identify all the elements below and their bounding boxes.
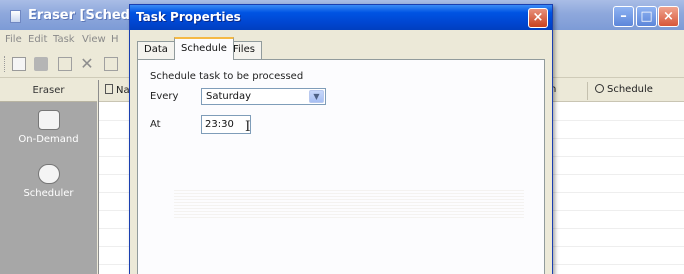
nav-item-scheduler[interactable]: Scheduler xyxy=(0,164,97,199)
properties-icon[interactable] xyxy=(58,57,72,71)
every-dropdown[interactable]: Saturday ▼ xyxy=(201,88,326,105)
column-separator[interactable] xyxy=(587,82,588,100)
at-label: At xyxy=(150,119,161,130)
menu-file[interactable]: File xyxy=(5,34,22,45)
menu-task[interactable]: Task xyxy=(53,34,75,45)
column-name[interactable]: Na xyxy=(105,84,130,96)
clock-icon xyxy=(595,84,604,93)
document-icon xyxy=(105,84,113,94)
left-navigation-pane: Eraser On-Demand Scheduler xyxy=(0,80,97,274)
save-icon[interactable] xyxy=(34,57,48,71)
menu-view[interactable]: View xyxy=(82,34,106,45)
nav-item-label: Scheduler xyxy=(23,188,74,199)
maximize-button[interactable]: □ xyxy=(636,6,657,27)
menu-help[interactable]: H xyxy=(111,34,119,45)
dialog-close-button[interactable]: × xyxy=(528,8,548,28)
left-pane-header: Eraser xyxy=(0,80,97,102)
new-task-icon[interactable] xyxy=(12,57,26,71)
delete-icon[interactable]: ✕ xyxy=(80,56,94,72)
scheduler-icon xyxy=(37,164,60,184)
dialog-title: Task Properties xyxy=(136,10,241,24)
minimize-button[interactable]: – xyxy=(613,6,634,27)
schedule-tab-panel: Schedule task to be processed Every Satu… xyxy=(137,59,545,274)
background-watermark xyxy=(174,188,524,218)
schedule-section-label: Schedule task to be processed xyxy=(150,71,304,82)
time-input[interactable]: 23:30 xyxy=(201,115,251,134)
dialog-title-bar[interactable]: Task Properties × xyxy=(130,5,552,30)
text-cursor-icon: I xyxy=(245,119,251,135)
toolbar-grip[interactable] xyxy=(4,56,7,72)
task-properties-dialog: Task Properties × Data Schedule Files Sc… xyxy=(129,4,553,274)
tab-data[interactable]: Data xyxy=(137,41,175,59)
every-label: Every xyxy=(150,91,179,102)
minimize-icon: – xyxy=(620,9,627,24)
close-icon: × xyxy=(532,10,544,25)
menu-edit[interactable]: Edit xyxy=(28,34,47,45)
scheduler-toolbar-icon[interactable] xyxy=(104,57,118,71)
chevron-down-icon[interactable]: ▼ xyxy=(309,90,324,103)
every-value: Saturday xyxy=(206,91,252,102)
nav-item-label: On-Demand xyxy=(18,134,79,145)
tab-schedule[interactable]: Schedule xyxy=(174,37,234,60)
maximize-icon: □ xyxy=(640,9,653,24)
close-icon: × xyxy=(663,9,674,24)
time-value: 23:30 xyxy=(205,119,234,130)
on-demand-icon xyxy=(37,110,60,130)
nav-item-on-demand[interactable]: On-Demand xyxy=(0,110,97,145)
column-schedule[interactable]: Schedule xyxy=(595,84,653,95)
close-button[interactable]: × xyxy=(658,6,679,27)
app-icon xyxy=(10,10,21,23)
